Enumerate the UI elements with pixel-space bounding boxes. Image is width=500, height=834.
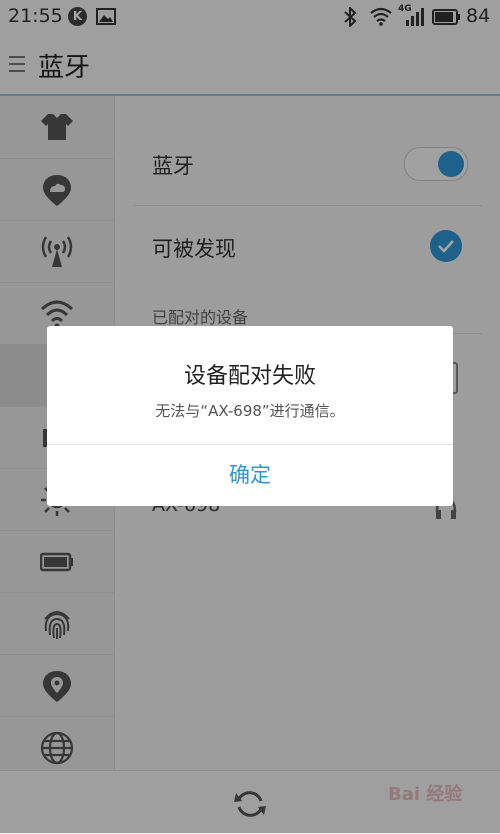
pairing-failed-dialog: 设备配对失败 无法与“AX-698”进行通信。 确定 <box>47 326 453 506</box>
confirm-button[interactable]: 确定 <box>47 445 453 506</box>
dialog-message: 无法与“AX-698”进行通信。 <box>155 402 345 420</box>
dialog-title: 设备配对失败 <box>183 364 316 389</box>
